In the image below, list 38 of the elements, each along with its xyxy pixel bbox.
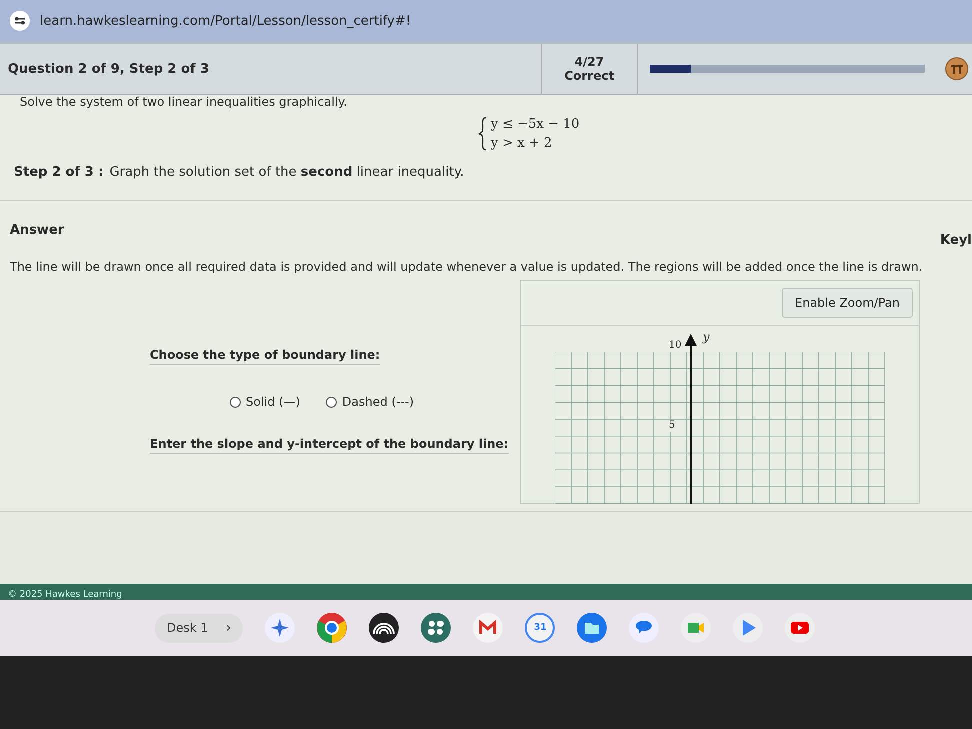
radio-option[interactable]: Dashed (---): [326, 395, 414, 409]
arcs-icon[interactable]: [369, 613, 400, 643]
brace-icon: [478, 117, 488, 151]
tick-label: 5: [669, 420, 676, 432]
zoom-pan-button[interactable]: Enable Zoom/Pan: [782, 288, 913, 318]
answer-heading: Answer: [10, 223, 64, 240]
copyright-text: © 2025 Hawkes Learning: [7, 590, 122, 600]
key-link[interactable]: Keyl: [940, 233, 972, 248]
slope-prompt: Enter the slope and y-intercept of the boundary line:: [150, 437, 509, 454]
folder-icon[interactable]: [577, 613, 608, 643]
score-text: 4/27: [574, 55, 604, 69]
video-camera-icon[interactable]: [681, 613, 712, 643]
question-counter: Question 2 of 9, Step 2 of 3: [7, 62, 210, 76]
chat-bubble-icon[interactable]: [629, 613, 660, 643]
inequality: y ≤ −5x − 10: [491, 117, 580, 132]
mail-icon[interactable]: [473, 613, 504, 643]
radio-icon[interactable]: [326, 396, 338, 408]
calendar-day: 31: [534, 623, 547, 633]
axis-label: y: [703, 330, 710, 344]
instructions-text: Solve the system of two linear inequalities graphically.: [19, 95, 348, 109]
calendar-icon[interactable]: 31: [525, 613, 556, 643]
note-text: The line will be drawn once all required data is provided and will update whenever a value is updated. The regions will be added once the line is drawn.: [10, 260, 924, 274]
pi-badge-icon[interactable]: [945, 57, 969, 81]
status-text: Correct: [564, 69, 614, 83]
inequality: y > x + 2: [491, 136, 554, 151]
browser-icon[interactable]: [317, 613, 348, 643]
radio-icon[interactable]: [230, 396, 241, 408]
apps-grid-icon[interactable]: [421, 613, 452, 643]
sparkle-icon[interactable]: [265, 613, 296, 643]
video-play-icon[interactable]: [785, 613, 816, 643]
step-label: Step 2 of 3 :: [14, 165, 104, 180]
url-text[interactable]: learn.hawkeslearning.com/Portal/Lesson/lesson_certify#!: [40, 14, 412, 28]
desk-button[interactable]: Desk 1 ›: [155, 614, 244, 642]
step-text: Graph the solution set of the second linear inequality.: [110, 165, 464, 180]
site-settings-icon[interactable]: [10, 11, 30, 31]
boundary-prompt: Choose the type of boundary line:: [150, 348, 380, 365]
chevron-text: ›: [226, 620, 232, 636]
radio-option[interactable]: Solid (—): [230, 395, 300, 409]
